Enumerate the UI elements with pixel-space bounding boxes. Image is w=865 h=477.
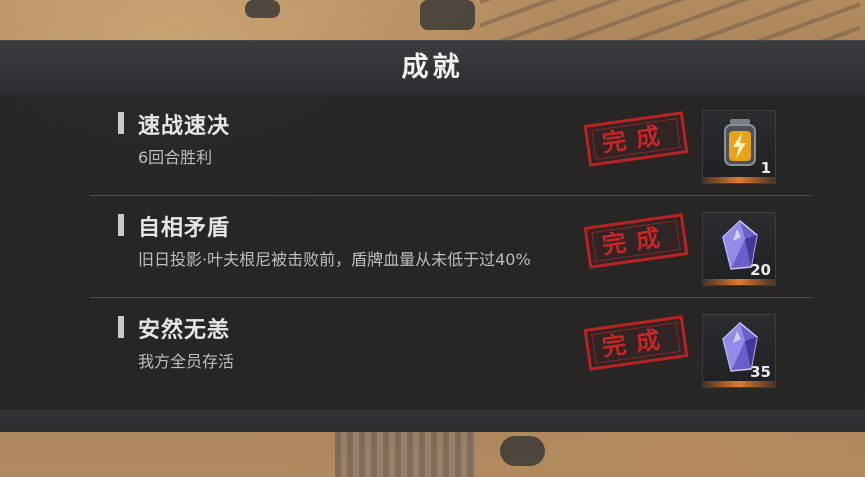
title-bar: 成就 [0, 40, 865, 95]
achievement-title: 速战速决 [138, 114, 231, 139]
background-unit [500, 436, 545, 466]
panel-footer [0, 410, 865, 432]
achievement-row: 自相矛盾 旧日投影·叶夫根尼被击败前，盾牌血量从未低于过40% 完成 20 [90, 198, 812, 298]
reward-count: 20 [750, 261, 771, 279]
achievement-description: 我方全员存活 [138, 352, 235, 371]
achievement-row: 安然无恙 我方全员存活 完成 35 [90, 300, 812, 400]
reward-item[interactable]: 35 [702, 314, 776, 388]
achievement-row: 速战速决 6回合胜利 完成 1 [90, 96, 812, 196]
achievement-title: 自相矛盾 [138, 216, 231, 241]
completed-stamp: 完成 [583, 111, 689, 167]
battery-icon [724, 119, 756, 166]
row-accent-bar [118, 316, 124, 338]
reward-glow [703, 381, 775, 387]
achievement-title: 安然无恙 [138, 318, 231, 343]
reward-glow [703, 177, 775, 183]
panel-title: 成就 [401, 52, 464, 83]
background-road [480, 0, 860, 40]
achievement-panel: 成就 速战速决 6回合胜利 完成 1 自相矛盾 旧日投影·叶夫根尼被击败前，盾牌… [0, 40, 865, 432]
reward-glow [703, 279, 775, 285]
background-structure [335, 432, 475, 477]
background-unit [245, 0, 280, 18]
row-accent-bar [118, 214, 124, 236]
completed-stamp: 完成 [583, 213, 689, 269]
background-unit [420, 0, 475, 30]
completed-stamp: 完成 [583, 315, 689, 371]
achievement-description: 旧日投影·叶夫根尼被击败前，盾牌血量从未低于过40% [138, 250, 531, 269]
reward-item[interactable]: 20 [702, 212, 776, 286]
reward-count: 35 [750, 363, 771, 381]
row-accent-bar [118, 112, 124, 134]
reward-item[interactable]: 1 [702, 110, 776, 184]
reward-count: 1 [760, 159, 771, 177]
achievement-description: 6回合胜利 [138, 148, 213, 167]
